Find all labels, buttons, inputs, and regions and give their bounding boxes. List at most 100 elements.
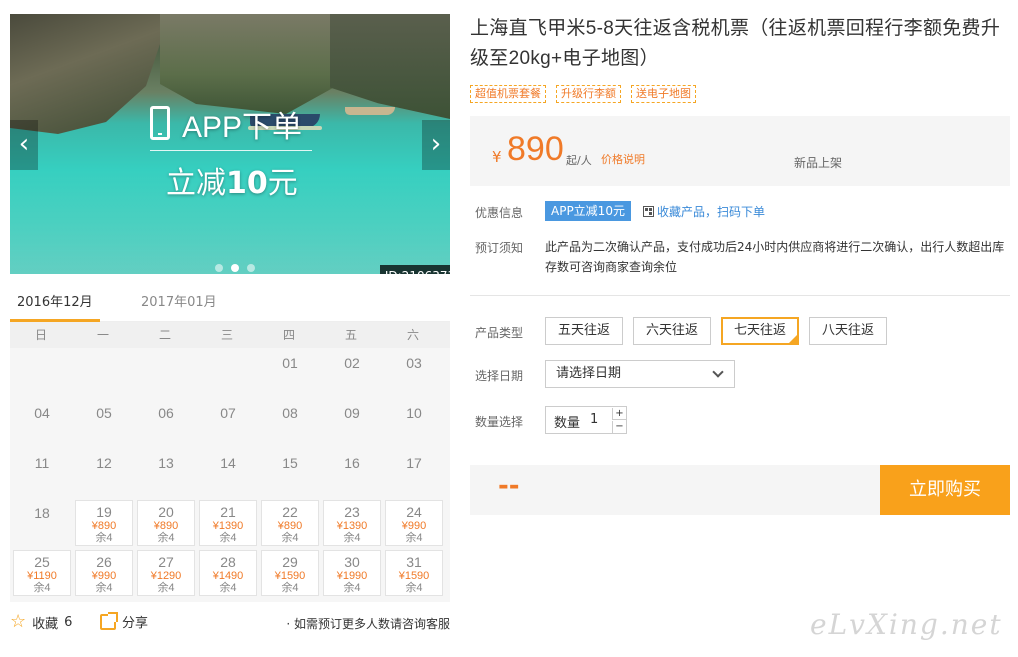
currency-symbol: ¥ (492, 148, 502, 166)
product-tag: 升级行李额 (556, 85, 621, 103)
type-option-5-days[interactable]: 五天往返 (545, 317, 623, 345)
tab-month-current[interactable]: 2016年12月 (10, 290, 100, 322)
quantity-inner-label: 数量 (554, 416, 581, 431)
product-type-label: 产品类型 (475, 326, 524, 340)
date-select[interactable]: 请选择日期 (545, 360, 735, 388)
day-number: 07 (220, 405, 236, 421)
calendar-day-available[interactable]: 27 ¥1290 余4 (137, 550, 195, 596)
total-price: -- (498, 471, 520, 501)
calendar-weekday-header: 日一二三四五六 (10, 322, 450, 348)
calendar-day-available[interactable]: 24 ¥990 余4 (385, 500, 443, 546)
calendar-day: 07 (199, 400, 257, 446)
day-number: 09 (344, 405, 360, 421)
day-number: 26 (96, 554, 112, 570)
quantity-increment-button[interactable]: + (612, 408, 626, 420)
weekday-label: 六 (406, 328, 419, 342)
day-number: 25 (34, 554, 50, 570)
calendar-day-available[interactable]: 21 ¥1390 余4 (199, 500, 257, 546)
phone-icon (150, 106, 170, 140)
calendar-blank-cell (137, 350, 195, 396)
weekday-label: 一 (96, 328, 109, 342)
day-number: 15 (282, 455, 298, 471)
product-banner[interactable]: APP下单 立减10元 ID:2106373 (10, 14, 450, 274)
day-number: 17 (406, 455, 422, 471)
day-number: 08 (282, 405, 298, 421)
product-tags: 超值机票套餐 升级行李额 送电子地图 (470, 85, 696, 103)
favorite-button[interactable]: ☆ 收藏 6 (10, 612, 72, 632)
day-stock-left: 余4 (95, 582, 113, 594)
day-stock-left: 余4 (343, 582, 361, 594)
price-explain-link[interactable]: 价格说明 (601, 151, 645, 167)
type-option-6-days[interactable]: 六天往返 (633, 317, 711, 345)
carousel-prev-button[interactable]: ‹ (10, 120, 38, 170)
buy-now-button[interactable]: 立即购买 (880, 465, 1010, 515)
carousel-dot[interactable] (247, 264, 255, 272)
quantity-decrement-button[interactable]: − (612, 421, 626, 433)
date-calendar: 日 一 二 三 四 五 六 01 02 03 04 05 06 07 08 09 10 11 12 13 14 15 16… (10, 322, 450, 602)
day-price: ¥1390 (212, 520, 244, 532)
weekday-label: 日 (34, 328, 47, 342)
qr-order-link[interactable]: 收藏产品，扫码下单 (643, 203, 765, 220)
type-option-7-days[interactable]: 七天往返 (721, 317, 799, 345)
day-stock-left: 余4 (405, 582, 423, 594)
day-stock-left: 余4 (157, 532, 175, 544)
calendar-blank-cell (13, 350, 71, 396)
promo-sub-prefix: 立减 (166, 166, 226, 201)
promo-title: APP下单 (182, 111, 303, 144)
banner-cliff (160, 14, 340, 114)
calendar-day: 01 (261, 350, 319, 396)
section-divider (470, 295, 1010, 296)
calendar-blank-cell (199, 350, 257, 396)
calendar-day-available[interactable]: 23 ¥1390 余4 (323, 500, 381, 546)
day-price: ¥1390 (336, 520, 368, 532)
favorite-count: 6 (64, 614, 73, 630)
day-number: 18 (34, 505, 50, 521)
day-number: 19 (96, 504, 112, 520)
calendar-day: 15 (261, 450, 319, 496)
tab-month-next[interactable]: 2017年01月 (134, 290, 224, 322)
calendar-grid: 01 02 03 04 05 06 07 08 09 10 11 12 13 14 15 16 17 18 19 ¥8… (13, 350, 447, 596)
calendar-day-available[interactable]: 26 ¥990 余4 (75, 550, 133, 596)
calendar-day-available[interactable]: 22 ¥890 余4 (261, 500, 319, 546)
day-stock-left: 余4 (157, 582, 175, 594)
calendar-day: 17 (385, 450, 443, 496)
day-price: ¥1590 (398, 570, 430, 582)
promo-sub-amount: 10 (226, 166, 268, 201)
calendar-day: 08 (261, 400, 319, 446)
calendar-day-available[interactable]: 25 ¥1190 余4 (13, 550, 71, 596)
day-number: 28 (220, 554, 236, 570)
calendar-day-available[interactable]: 28 ¥1490 余4 (199, 550, 257, 596)
product-id-badge: ID:2106373 (380, 265, 450, 274)
calendar-day-available[interactable]: 20 ¥890 余4 (137, 500, 195, 546)
day-price: ¥890 (277, 520, 303, 532)
day-number: 04 (34, 405, 50, 421)
carousel-dot[interactable] (231, 264, 239, 272)
calendar-day: 13 (137, 450, 195, 496)
calendar-day: 04 (13, 400, 71, 446)
quantity-value[interactable]: 1 (590, 412, 598, 427)
calendar-day: 05 (75, 400, 133, 446)
calendar-day-available[interactable]: 31 ¥1590 余4 (385, 550, 443, 596)
calendar-day-available[interactable]: 29 ¥1590 余4 (261, 550, 319, 596)
banner-cliff (10, 14, 170, 134)
share-button[interactable]: 分享 (100, 611, 148, 631)
promo-divider (150, 150, 312, 151)
price-value: 890 (507, 130, 564, 168)
action-bar: ☆ 收藏 6 分享 · 如需预订更多人数请咨询客服 (10, 611, 450, 636)
app-discount-badge: APP立减10元 (545, 201, 631, 221)
carousel-next-button[interactable]: › (422, 120, 450, 170)
day-number: 21 (220, 504, 236, 520)
carousel-dot[interactable] (215, 264, 223, 272)
type-option-8-days[interactable]: 八天往返 (809, 317, 887, 345)
favorite-label: 收藏 (32, 616, 59, 632)
calendar-day-available[interactable]: 19 ¥890 余4 (75, 500, 133, 546)
day-stock-left: 余4 (343, 532, 361, 544)
product-title: 上海直飞甲米5-8天往返含税机票（往返机票回程行李额免费升级至20kg+电子地图… (470, 18, 1001, 69)
calendar-day: 18 (13, 500, 71, 546)
contact-note: · 如需预订更多人数请咨询客服 (286, 617, 450, 631)
day-number: 06 (158, 405, 174, 421)
day-number: 05 (96, 405, 112, 421)
calendar-day: 12 (75, 450, 133, 496)
day-price: ¥890 (153, 520, 179, 532)
calendar-day-available[interactable]: 30 ¥1990 余4 (323, 550, 381, 596)
